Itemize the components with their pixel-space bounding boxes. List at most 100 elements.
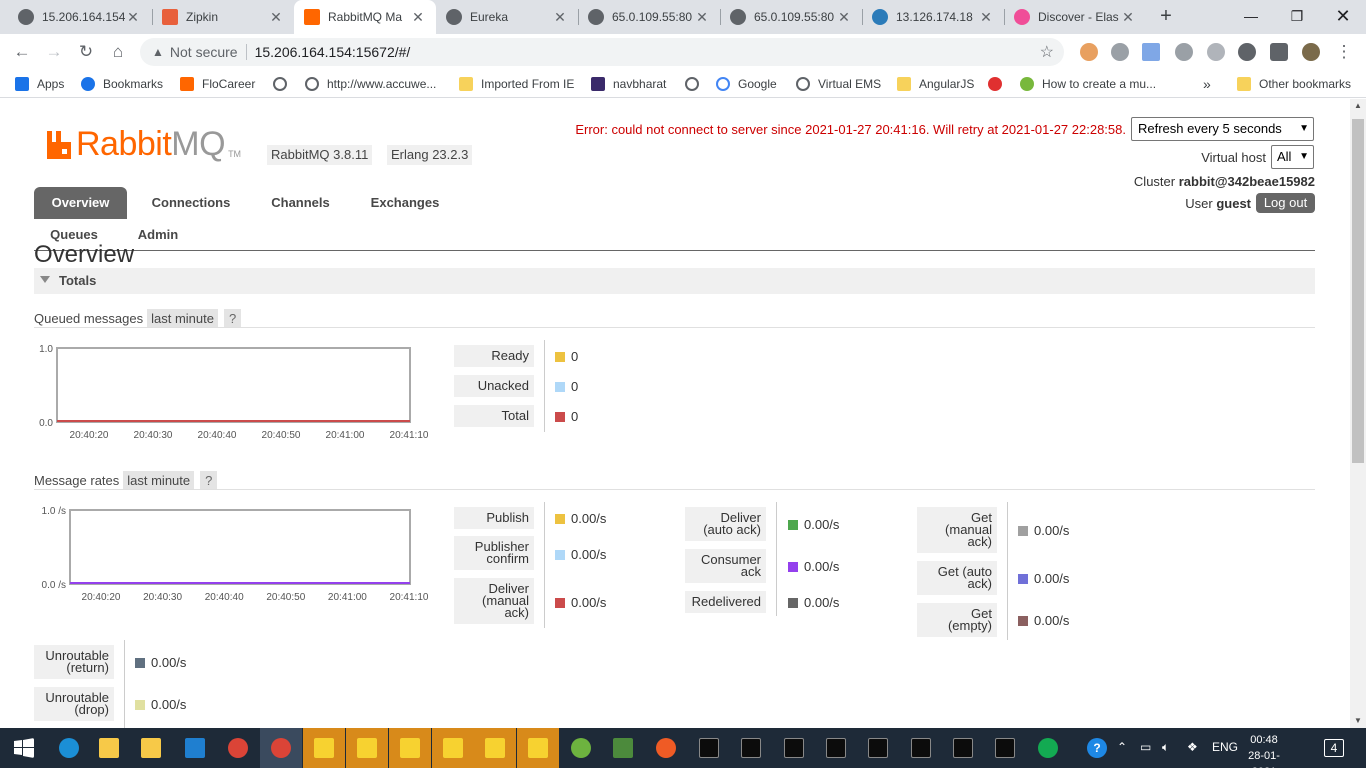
taskbar-app[interactable] [730,728,772,768]
close-tab-icon[interactable]: ✕ [268,9,284,26]
security-label[interactable]: Not secure [170,44,238,60]
bookmark-item[interactable]: How to create a mu... [1020,76,1156,92]
taskbar-app[interactable] [815,728,857,768]
start-button[interactable] [3,728,45,768]
bookmark-apps[interactable]: Apps [15,76,64,92]
close-tab-icon[interactable]: ✕ [410,9,426,26]
taskbar-app[interactable] [389,728,431,768]
totals-section-header[interactable]: Totals [34,268,1315,294]
browser-tab[interactable]: Zipkin ✕ [152,0,294,34]
close-tab-icon[interactable]: ✕ [552,9,568,26]
bookmark-item[interactable]: Bookmarks [81,76,163,92]
help-icon[interactable]: ? [1087,738,1107,758]
bookmark-item[interactable] [273,76,295,92]
browser-tab[interactable]: Eureka ✕ [436,0,578,34]
close-tab-icon[interactable]: ✕ [978,9,994,26]
help-button[interactable]: ? [200,471,218,490]
taskbar-app[interactable] [88,728,130,768]
dropbox-icon[interactable]: ❖ [1187,740,1198,754]
rabbitmq-logo[interactable]: RabbitMQ TM [45,127,241,161]
taskbar-app[interactable] [48,728,90,768]
taskbar-app[interactable] [432,728,474,768]
taskbar-app[interactable] [303,728,345,768]
browser-tab[interactable]: 65.0.109.55:80 ✕ [578,0,720,34]
taskbar-app[interactable] [602,728,644,768]
close-tab-icon[interactable]: ✕ [836,9,852,26]
taskbar-app[interactable] [900,728,942,768]
chevron-up-icon[interactable]: ⌃ [1117,740,1127,754]
taskbar-app[interactable] [645,728,687,768]
taskbar-app[interactable] [942,728,984,768]
browser-tab[interactable]: Discover - Elas ✕ [1004,0,1146,34]
bookmark-item[interactable]: FloCareer [180,76,255,92]
taskbar-app[interactable] [773,728,815,768]
taskbar-app[interactable] [130,728,172,768]
bookmark-item[interactable] [685,76,707,92]
close-window-button[interactable]: ✕ [1320,0,1366,34]
bookmark-item[interactable]: Google [716,76,777,92]
notification-center-icon[interactable]: 4 [1324,739,1344,757]
taskbar-app[interactable] [560,728,602,768]
language-indicator[interactable]: ENG [1212,740,1238,754]
taskbar-app[interactable] [1027,728,1069,768]
browser-tab-active[interactable]: RabbitMQ Ma ✕ [294,0,436,34]
other-bookmarks[interactable]: Other bookmarks [1237,76,1351,92]
extension-icon[interactable] [1175,43,1193,61]
back-button[interactable]: ← [10,40,34,64]
scroll-up-arrow[interactable]: ▲ [1350,99,1366,113]
extension-icon[interactable] [1238,43,1256,61]
volume-icon[interactable]: 🔈︎ [1162,740,1169,755]
taskbar-app[interactable] [217,728,259,768]
extension-icon[interactable] [1142,43,1160,61]
bookmark-item[interactable]: Virtual EMS [796,76,881,92]
taskbar-app[interactable] [984,728,1026,768]
tab-admin[interactable]: Admin [124,219,192,251]
virtual-host-select[interactable]: All ▼ [1271,145,1314,169]
scroll-down-arrow[interactable]: ▼ [1350,714,1366,728]
tab-connections[interactable]: Connections [137,187,245,219]
bookmark-item[interactable]: navbharat [591,76,666,92]
battery-icon[interactable]: ▭ [1140,740,1151,754]
tab-channels[interactable]: Channels [259,187,342,219]
range-selector[interactable]: last minute [147,309,218,328]
new-tab-button[interactable]: + [1154,4,1178,28]
refresh-interval-select[interactable]: Refresh every 5 seconds ▼ [1131,117,1314,141]
extension-icon[interactable] [1080,43,1098,61]
browser-tab[interactable]: 65.0.109.55:80 ✕ [720,0,862,34]
close-tab-icon[interactable]: ✕ [1120,9,1136,26]
download-icon[interactable] [1207,43,1225,61]
puzzle-icon[interactable] [1270,43,1288,61]
taskbar-app[interactable] [857,728,899,768]
help-button[interactable]: ? [224,309,242,328]
system-clock[interactable]: 00:48 28-01-2021 [1236,732,1292,768]
bookmark-folder[interactable]: AngularJS [897,76,974,92]
address-bar[interactable]: ▲ Not secure 15.206.164.154:15672/#/ ☆ [140,38,1064,66]
restore-button[interactable]: ❐ [1274,0,1320,34]
browser-tab[interactable]: 13.126.174.18 ✕ [862,0,1004,34]
taskbar-app[interactable] [174,728,216,768]
scrollbar-thumb[interactable] [1352,119,1364,463]
more-bookmarks-chevron[interactable]: » [1203,76,1211,92]
home-button[interactable]: ⌂ [106,40,130,64]
bookmark-folder[interactable]: Imported From IE [459,76,574,92]
avatar[interactable] [1302,43,1320,61]
taskbar-app[interactable] [688,728,730,768]
tab-exchanges[interactable]: Exchanges [356,187,454,219]
bookmark-item[interactable]: http://www.accuwe... [305,76,436,92]
bookmark-item[interactable] [988,76,1010,92]
taskbar-app[interactable] [346,728,388,768]
url-text[interactable]: 15.206.164.154:15672/#/ [255,44,411,60]
reload-button[interactable]: ↻ [74,40,98,64]
taskbar-app[interactable] [260,728,302,768]
browser-tab[interactable]: 15.206.164.154 ✕ [8,0,151,34]
minimize-button[interactable]: — [1228,0,1274,34]
page-scrollbar[interactable]: ▲ ▼ [1350,99,1366,728]
bookmark-star-icon[interactable]: ☆ [1040,42,1054,62]
range-selector[interactable]: last minute [123,471,195,490]
logout-button[interactable]: Log out [1256,193,1315,213]
taskbar-app[interactable] [517,728,559,768]
close-tab-icon[interactable]: ✕ [694,9,710,26]
close-tab-icon[interactable]: ✕ [125,9,141,26]
forward-button[interactable]: → [42,40,66,64]
taskbar-app[interactable] [474,728,516,768]
